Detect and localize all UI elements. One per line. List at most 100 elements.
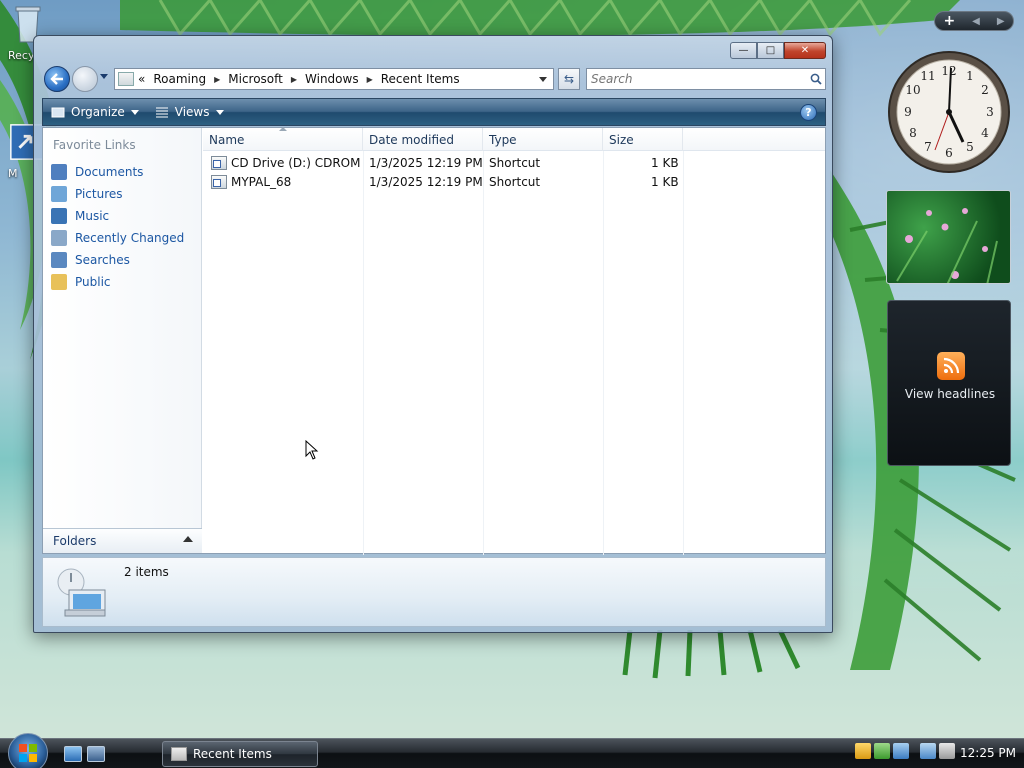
- breadcrumb-windows[interactable]: Windows: [305, 72, 359, 86]
- breadcrumb-separator-icon[interactable]: ▶: [214, 75, 220, 84]
- caption-buttons: — □ ✕: [730, 42, 826, 59]
- sort-arrow-icon: [279, 127, 287, 131]
- help-icon[interactable]: ?: [800, 104, 817, 121]
- next-page-button[interactable]: ▶: [997, 16, 1005, 27]
- column-header-date-modified[interactable]: Date modified: [363, 128, 483, 151]
- recent-items-folder-icon: [118, 72, 134, 86]
- command-toolbar: Organize Views ?: [42, 98, 826, 126]
- nav-item-label: Recently Changed: [75, 231, 185, 245]
- view-headlines-link[interactable]: View headlines: [888, 387, 1012, 401]
- breadcrumb-separator-icon[interactable]: ▶: [367, 75, 373, 84]
- show-desktop-icon[interactable]: [64, 746, 82, 762]
- search-input[interactable]: [587, 70, 807, 88]
- svg-text:2: 2: [981, 83, 989, 97]
- views-caret-icon: [215, 109, 224, 115]
- nav-item-label: Searches: [75, 253, 130, 267]
- breadcrumb-roaming[interactable]: Roaming: [153, 72, 206, 86]
- documents-icon: [51, 164, 67, 180]
- svg-text:4: 4: [981, 126, 989, 140]
- nav-item-recently-changed[interactable]: Recently Changed: [49, 227, 199, 249]
- nav-item-label: Pictures: [75, 187, 123, 201]
- palm-frond-bottom: [622, 630, 801, 679]
- shortcut-file-icon: [211, 155, 227, 170]
- svg-text:12: 12: [941, 64, 956, 78]
- searches-icon: [51, 252, 67, 268]
- column-size-label: Size: [609, 132, 634, 147]
- address-dropdown-icon[interactable]: [539, 77, 547, 82]
- nav-item-label: Public: [75, 275, 111, 289]
- previous-page-button[interactable]: ◀: [972, 16, 980, 27]
- svg-text:8: 8: [909, 126, 917, 140]
- sidebar-controls: + ◀ ▶: [934, 11, 1014, 31]
- add-gadget-button[interactable]: +: [943, 13, 955, 29]
- taskbar-clock[interactable]: 12:25 PM: [960, 746, 1016, 760]
- notification-area: [855, 743, 958, 759]
- search-icon[interactable]: [807, 73, 825, 85]
- maximize-button[interactable]: □: [757, 42, 784, 59]
- forward-button[interactable]: [72, 66, 98, 92]
- taskbar-item-label: Recent Items: [193, 747, 272, 761]
- explorer-window[interactable]: — □ ✕ « Roaming ▶ Microsoft ▶ Windows ▶ …: [33, 35, 833, 633]
- public-folder-icon: [51, 274, 67, 290]
- windows-update-icon[interactable]: [874, 743, 890, 759]
- column-header-name[interactable]: Name: [203, 127, 363, 151]
- clock-gadget[interactable]: 12 12 345 678 91011: [887, 50, 1011, 174]
- column-date-label: Date modified: [369, 132, 455, 147]
- flower-photo: [896, 208, 998, 283]
- favorite-links-heading: Favorite Links: [53, 138, 136, 152]
- folders-toggle[interactable]: Folders: [43, 528, 202, 553]
- nav-item-pictures[interactable]: Pictures: [49, 183, 199, 205]
- nav-item-searches[interactable]: Searches: [49, 249, 199, 271]
- navigation-row: « Roaming ▶ Microsoft ▶ Windows ▶ Recent…: [42, 65, 826, 93]
- breadcrumb-separator-icon[interactable]: ▶: [291, 75, 297, 84]
- svg-text:7: 7: [924, 140, 932, 154]
- file-name: MYPAL_68: [231, 174, 292, 189]
- address-bar[interactable]: « Roaming ▶ Microsoft ▶ Windows ▶ Recent…: [114, 68, 554, 90]
- security-shield-icon[interactable]: [855, 743, 871, 759]
- recent-pages-dropdown[interactable]: [100, 74, 108, 79]
- minimize-button[interactable]: —: [730, 42, 757, 59]
- svg-text:5: 5: [966, 140, 974, 154]
- organize-label: Organize: [71, 105, 125, 119]
- nav-item-music[interactable]: Music: [49, 205, 199, 227]
- pictures-icon: [51, 186, 67, 202]
- column-headers: Name Date modified Type Size: [203, 127, 825, 151]
- switch-windows-icon[interactable]: [87, 746, 105, 762]
- views-icon: [155, 107, 168, 118]
- file-type: Shortcut: [489, 155, 541, 170]
- shortcut-file-icon: [211, 174, 227, 189]
- start-button[interactable]: [8, 733, 48, 768]
- recent-items-task-icon: [171, 747, 187, 761]
- nav-item-public[interactable]: Public: [49, 271, 199, 293]
- column-header-type[interactable]: Type: [483, 128, 603, 151]
- network-icon[interactable]: [920, 743, 936, 759]
- refresh-button[interactable]: ⇆: [558, 68, 580, 90]
- close-button[interactable]: ✕: [784, 42, 826, 59]
- file-name-cell: MYPAL_68: [211, 172, 291, 191]
- nav-item-documents[interactable]: Documents: [49, 161, 199, 183]
- file-row[interactable]: CD Drive (D:) CDROM 1/3/2025 12:19 PM Sh…: [203, 153, 683, 172]
- music-icon: [51, 208, 67, 224]
- file-row[interactable]: MYPAL_68 1/3/2025 12:19 PM Shortcut 1 KB: [203, 172, 683, 191]
- nav-item-label: Music: [75, 209, 110, 223]
- content-area: Favorite Links Documents Pictures Music …: [42, 127, 826, 555]
- breadcrumb-recent-items[interactable]: Recent Items: [381, 72, 460, 86]
- back-arrow-icon: [50, 73, 63, 85]
- mouse-cursor-icon: [305, 440, 319, 460]
- breadcrumb-microsoft[interactable]: Microsoft: [228, 72, 283, 86]
- slideshow-gadget[interactable]: [886, 190, 1011, 284]
- volume-muted-icon[interactable]: [939, 743, 955, 759]
- taskbar-item-recent-items[interactable]: Recent Items: [162, 741, 318, 767]
- windows-logo-icon: [19, 744, 37, 762]
- organize-button[interactable]: Organize: [43, 99, 147, 125]
- breadcrumb-overflow[interactable]: «: [138, 72, 145, 86]
- views-button[interactable]: Views: [147, 99, 232, 125]
- back-button[interactable]: [44, 66, 70, 92]
- organize-icon: [51, 107, 65, 118]
- file-name-cell: CD Drive (D:) CDROM: [211, 153, 360, 172]
- feed-headlines-gadget[interactable]: View headlines: [887, 300, 1011, 466]
- column-header-size[interactable]: Size: [603, 128, 683, 151]
- chevron-up-icon: [183, 536, 193, 542]
- search-box[interactable]: [586, 68, 826, 90]
- connection-status-icon[interactable]: [893, 743, 909, 759]
